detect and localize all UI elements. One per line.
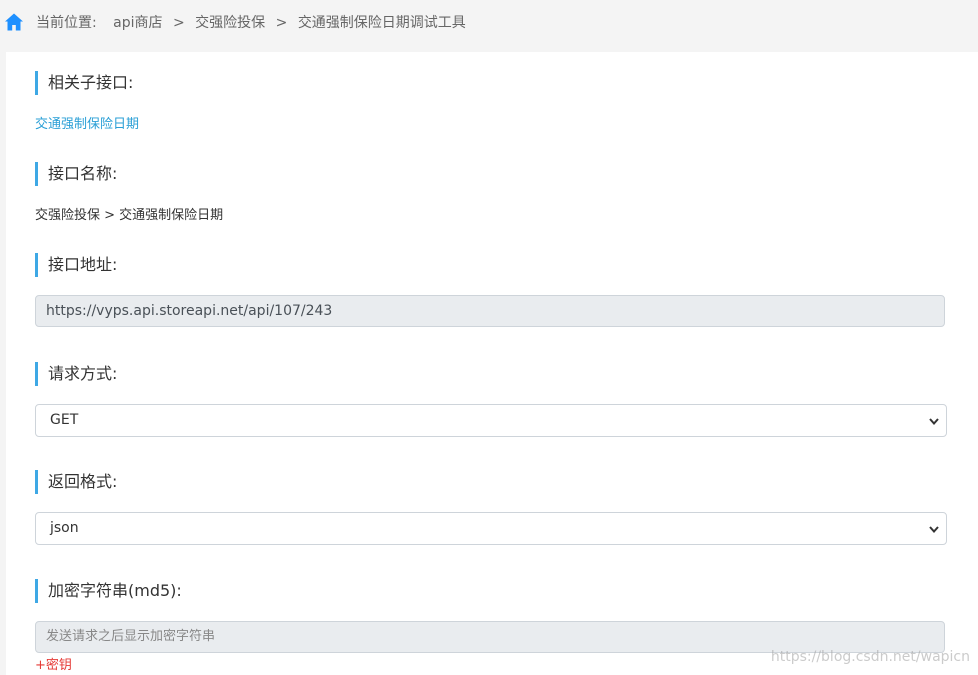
breadcrumb-prefix: 当前位置:	[36, 15, 97, 31]
section-title-related: 相关子接口:	[35, 71, 133, 95]
breadcrumb-item-current: 交通强制保险日期调试工具	[297, 15, 466, 31]
main-panel: 相关子接口: 交通强制保险日期 接口名称: 交强险投保 > 交通强制保险日期 接…	[6, 52, 978, 675]
breadcrumb: 当前位置: api商店 > 交强险投保 > 交通强制保险日期调试工具	[36, 14, 466, 32]
return-format-value: json	[50, 520, 79, 536]
section-title-address: 接口地址:	[35, 253, 117, 277]
return-format-select[interactable]: json	[35, 512, 947, 545]
section-title-format: 返回格式:	[35, 470, 117, 494]
watermark: https://blog.csdn.net/wapicn	[770, 649, 970, 665]
breadcrumb-item-api-store[interactable]: api商店	[113, 15, 162, 31]
top-bar: 当前位置: api商店 > 交强险投保 > 交通强制保险日期调试工具	[0, 0, 978, 46]
related-interface-link[interactable]: 交通强制保险日期	[35, 113, 139, 132]
chevron-down-icon	[929, 418, 939, 426]
section-title-method: 请求方式:	[35, 362, 117, 386]
breadcrumb-item-category[interactable]: 交强险投保	[195, 15, 265, 31]
section-title-md5: 加密字符串(md5):	[35, 579, 182, 603]
add-key-link[interactable]: +密钥	[35, 654, 72, 673]
chevron-down-icon	[929, 526, 939, 534]
breadcrumb-separator: >	[275, 15, 288, 31]
interface-address-field[interactable]: https://vyps.api.storeapi.net/api/107/24…	[35, 295, 945, 327]
request-method-select[interactable]: GET	[35, 404, 947, 437]
breadcrumb-separator: >	[172, 15, 185, 31]
section-title-name: 接口名称:	[35, 162, 117, 186]
home-icon[interactable]	[4, 12, 24, 32]
interface-name-value: 交强险投保 > 交通强制保险日期	[35, 208, 224, 223]
request-method-value: GET	[50, 412, 79, 428]
